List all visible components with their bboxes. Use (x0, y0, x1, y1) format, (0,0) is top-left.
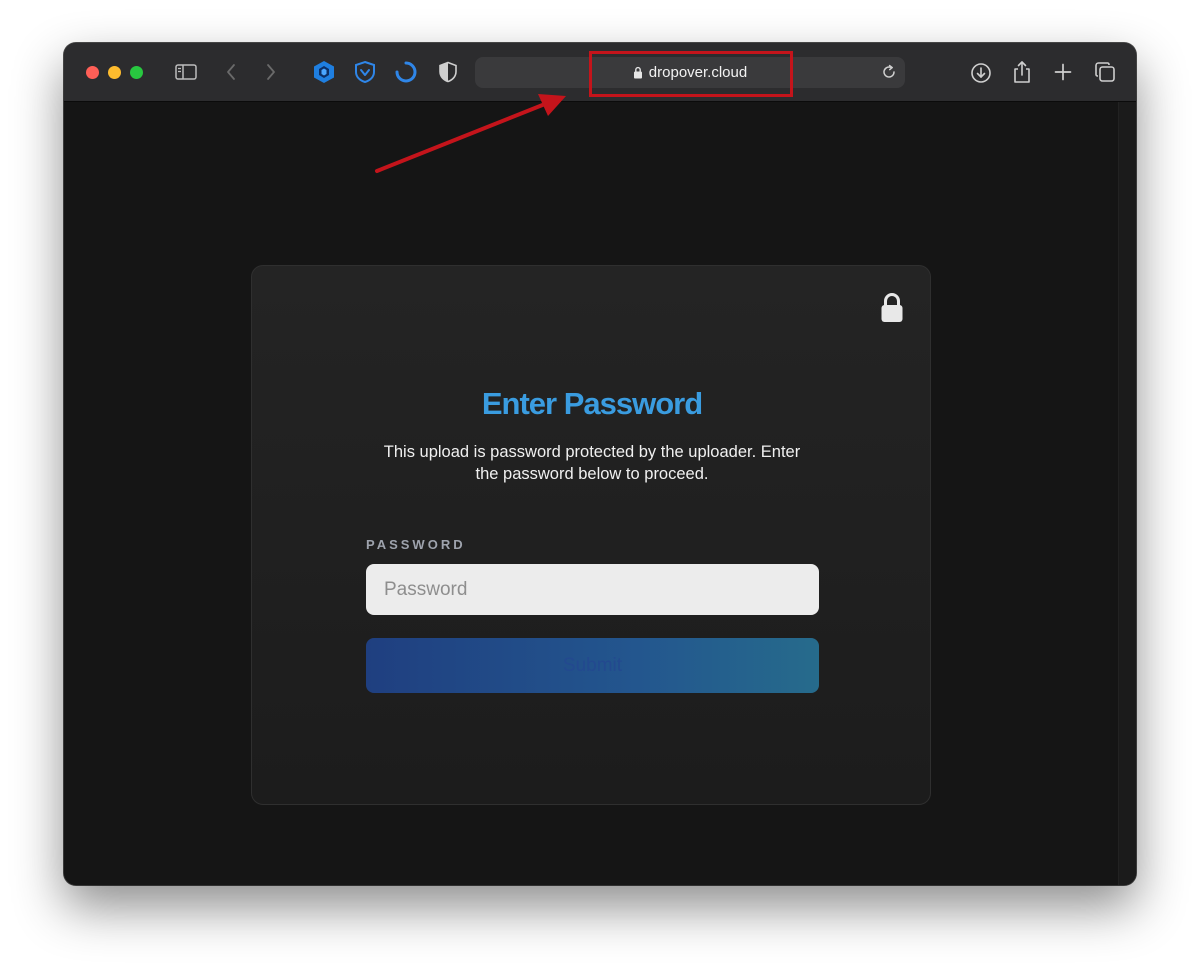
annotation-arrow (375, 94, 566, 173)
screenshot-stage: dropover.cloud Enter Password This uploa… (0, 0, 1200, 969)
